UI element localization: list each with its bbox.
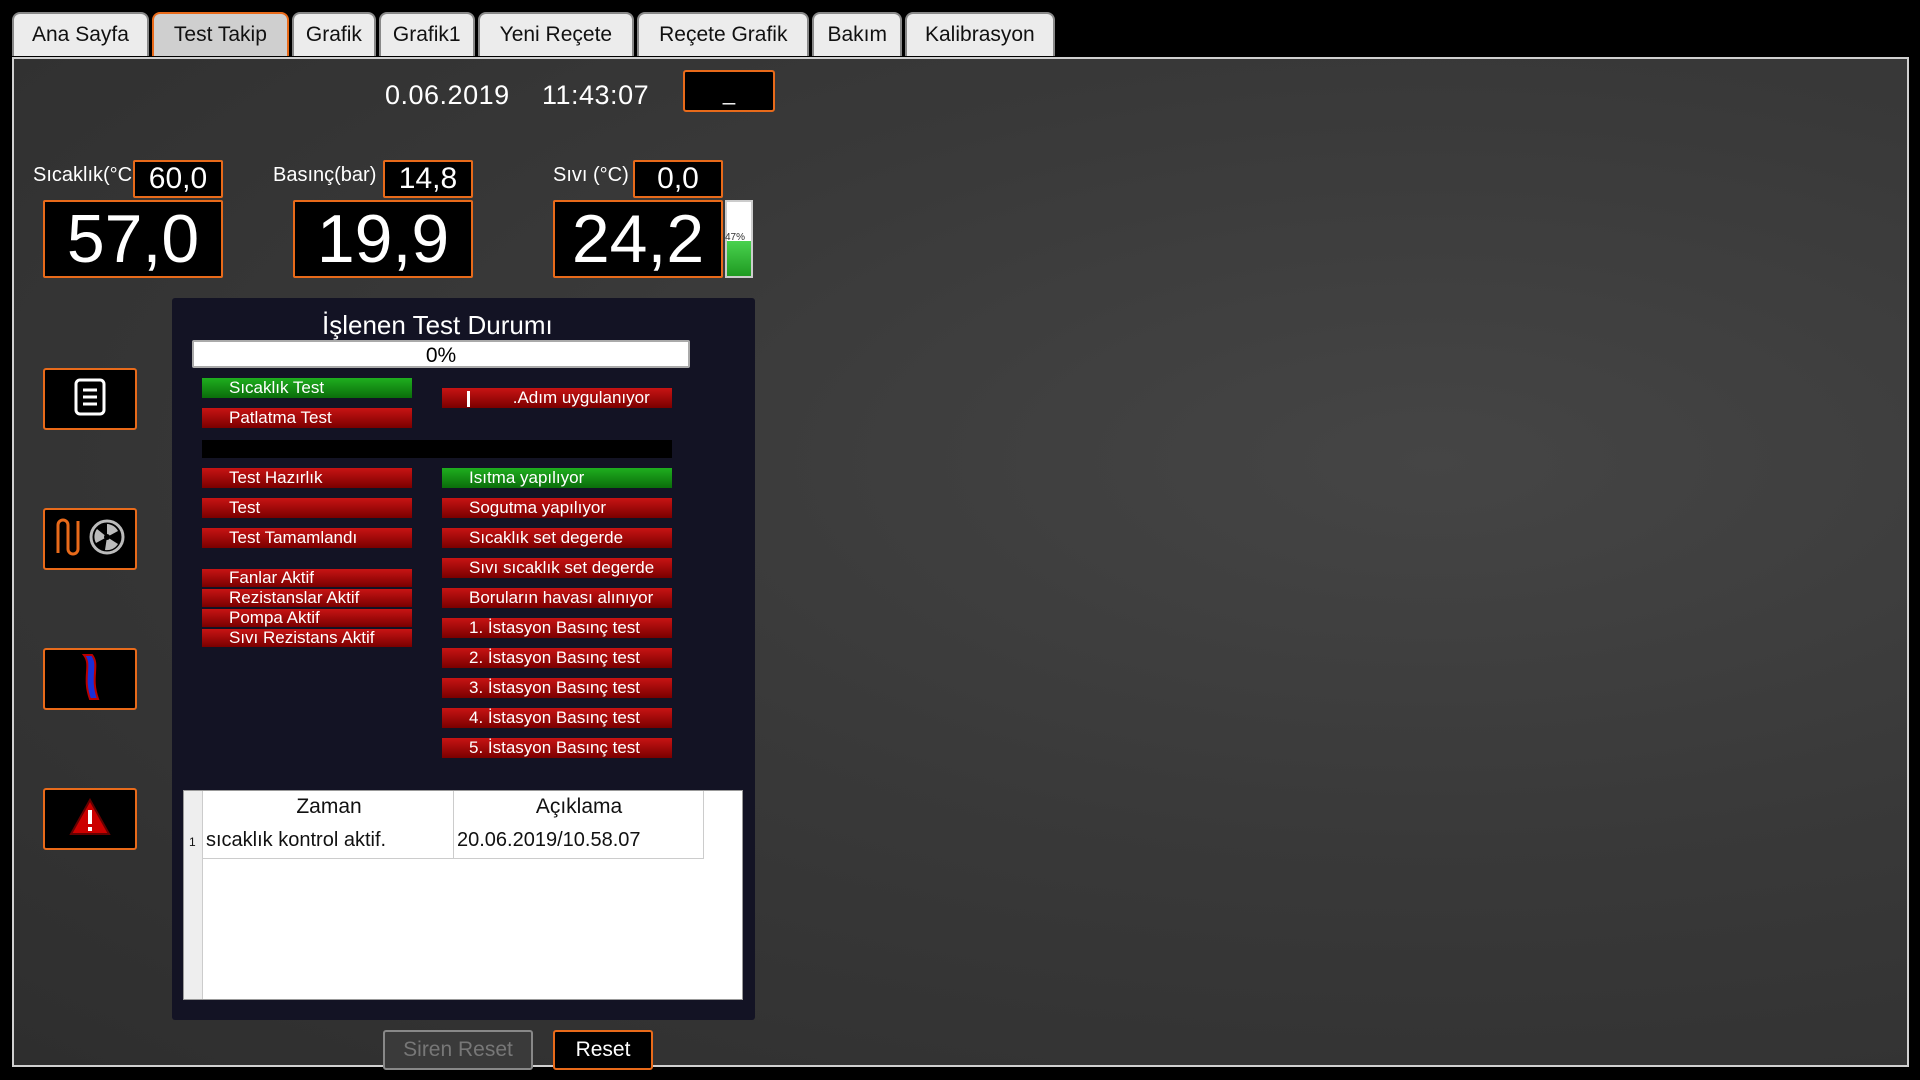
tab-bakim[interactable]: Bakım	[812, 12, 902, 56]
panel-title: İşlenen Test Durumı	[322, 310, 553, 340]
actuator-fanlar: Fanlar Aktif	[202, 569, 412, 587]
date-display: 0.06.2019	[385, 80, 510, 110]
pipe-button[interactable]	[43, 648, 137, 710]
row-gutter	[184, 791, 203, 999]
temperature-value: 57,0	[43, 200, 223, 278]
tab-yeni-recete[interactable]: Yeni Reçete	[477, 12, 635, 56]
tab-kalibrasyon[interactable]: Kalibrasyon	[905, 12, 1055, 56]
column-header-zaman[interactable]: Zaman	[204, 795, 454, 819]
siren-reset-button[interactable]: Siren Reset	[383, 1030, 533, 1070]
status-istasyon-4: 4. İstasyon Basınç test	[442, 708, 672, 728]
status-sivi-sicaklik-set: Sıvı sıcaklık set degerde	[442, 558, 672, 578]
phase-test-hazirlik: Test Hazırlık	[202, 468, 412, 488]
column-divider	[453, 791, 454, 859]
test-type-sicaklik: Sıcaklık Test	[202, 378, 412, 398]
step-label: .Adım uygulanıyor	[512, 388, 650, 407]
column-header-aciklama[interactable]: Açıklama	[454, 795, 704, 819]
progress-label: 0%	[425, 344, 457, 367]
event-log-table[interactable]: Zaman Açıklama 1 sıcaklık kontrol aktif.…	[183, 790, 743, 1000]
temperature-setpoint[interactable]: 60,0	[133, 160, 223, 198]
pressure-setpoint[interactable]: 14,8	[383, 160, 473, 198]
actuator-rezistanslar: Rezistanslar Aktif	[202, 589, 412, 607]
actuator-sivi-rezistans: Sıvı Rezistans Aktif	[202, 629, 412, 647]
document-icon	[73, 377, 107, 422]
alarm-button[interactable]	[43, 788, 137, 850]
table-cell: 20.06.2019/10.58.07	[457, 829, 641, 851]
heater-fan-button[interactable]	[43, 508, 137, 570]
liquid-setpoint[interactable]: 0,0	[633, 160, 723, 198]
step-indicator: .Adım uygulanıyor	[442, 388, 672, 408]
tab-test-takip[interactable]: Test Takip	[151, 12, 289, 56]
fan-icon	[88, 518, 126, 561]
tab-grafik1[interactable]: Grafik1	[378, 12, 475, 56]
heater-icon	[54, 517, 84, 562]
tab-grafik[interactable]: Grafik	[291, 12, 376, 56]
status-boru-hava: Boruların havası alınıyor	[442, 588, 672, 608]
phase-test: Test	[202, 498, 412, 518]
tab-bar: Ana Sayfa Test Takip Grafik Grafik1 Yeni…	[12, 12, 1055, 58]
liquid-level-fill	[727, 241, 751, 276]
column-divider	[703, 791, 704, 859]
dash-button[interactable]: _	[683, 70, 775, 112]
warning-icon	[69, 797, 111, 841]
status-istasyon-3: 3. İstasyon Basınç test	[442, 678, 672, 698]
report-button[interactable]	[43, 368, 137, 430]
status-istasyon-2: 2. İstasyon Basınç test	[442, 648, 672, 668]
separator-bar	[202, 440, 672, 458]
status-isitma: Isıtma yapılıyor	[442, 468, 672, 488]
tab-ana-sayfa[interactable]: Ana Sayfa	[12, 12, 149, 56]
test-type-patlatma: Patlatma Test	[202, 408, 412, 428]
liquid-value: 24,2	[553, 200, 723, 278]
row-divider	[202, 858, 704, 859]
table-cell: sıcaklık kontrol aktif.	[206, 829, 387, 851]
liquid-level-percent: 47%	[725, 232, 746, 243]
tab-recete-grafik[interactable]: Reçete Grafik	[637, 12, 810, 56]
actuator-pompa: Pompa Aktif	[202, 609, 412, 627]
status-istasyon-5: 5. İstasyon Basınç test	[442, 738, 672, 758]
liquid-label: Sıvı (°C)	[553, 164, 629, 186]
temperature-label: Sıcaklık(°C	[33, 164, 133, 186]
pressure-label: Basınç(bar)	[273, 164, 377, 186]
status-sicaklik-set: Sıcaklık set degerde	[442, 528, 672, 548]
test-progress-bar: 0%	[192, 340, 690, 368]
status-istasyon-1: 1. İstasyon Basınç test	[442, 618, 672, 638]
phase-test-tamamlandi: Test Tamamlandı	[202, 528, 412, 548]
liquid-level-bar: 47%	[725, 200, 753, 278]
row-number: 1	[189, 835, 196, 849]
pressure-value: 19,9	[293, 200, 473, 278]
status-sogutma: Sogutma yapılıyor	[442, 498, 672, 518]
time-display: 11:43:07	[542, 80, 650, 110]
reset-button[interactable]: Reset	[553, 1030, 653, 1070]
step-number-box	[467, 390, 470, 407]
pipe-icon	[78, 653, 102, 706]
